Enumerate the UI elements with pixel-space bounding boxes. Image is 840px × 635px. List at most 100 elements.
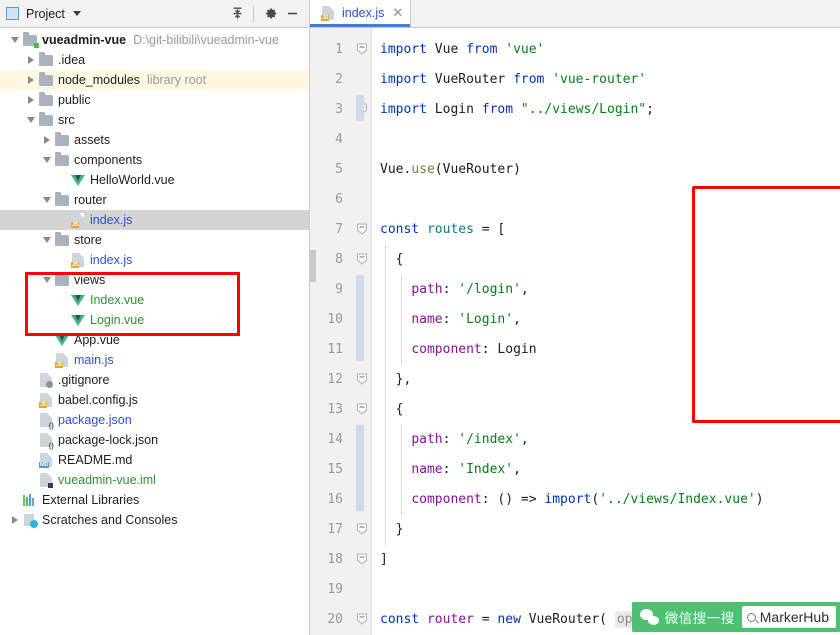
tree-item-label: .gitignore bbox=[58, 373, 110, 387]
fold-cell bbox=[352, 545, 371, 575]
tree-item-external-libraries[interactable]: External Libraries bbox=[0, 490, 309, 510]
line-number: 13 bbox=[327, 402, 343, 417]
code-line[interactable]: import Vue from 'vue' bbox=[372, 35, 840, 65]
tree-item-label: vueadmin-vue bbox=[42, 33, 127, 47]
tree-item-assets[interactable]: assets bbox=[0, 130, 309, 150]
tree-item-node-modules[interactable]: node_modules library root bbox=[0, 70, 309, 90]
tree-item-index-js[interactable]: JS index.js bbox=[0, 210, 309, 230]
tree-item-main-js[interactable]: JS main.js bbox=[0, 350, 309, 370]
code-line[interactable]: component: () => import('../views/Index.… bbox=[372, 485, 840, 515]
code-line[interactable]: Vue.use(VueRouter) bbox=[372, 155, 840, 185]
collapse-all-icon[interactable] bbox=[226, 3, 248, 25]
tree-item-package-lock-json[interactable]: package-lock.json bbox=[0, 430, 309, 450]
tree-item-index-vue[interactable]: Index.vue bbox=[0, 290, 309, 310]
minimize-icon[interactable] bbox=[281, 3, 303, 25]
chevron-right-icon[interactable] bbox=[24, 50, 37, 70]
tree-item-vueadmin-vue[interactable]: vueadmin-vue D:\git-bilibili\vueadmin-vue bbox=[0, 30, 309, 50]
tree-item-src[interactable]: src bbox=[0, 110, 309, 130]
tree-item-index-js[interactable]: JS index.js bbox=[0, 250, 309, 270]
tree-item-label: Scratches and Consoles bbox=[42, 513, 178, 527]
code-line[interactable]: name: 'Index', bbox=[372, 455, 840, 485]
code-line[interactable]: const routes = [ bbox=[372, 215, 840, 245]
fold-cell bbox=[352, 65, 371, 95]
editor-scroll-thumb[interactable] bbox=[310, 250, 316, 282]
tree-item-app-vue[interactable]: App.vue bbox=[0, 330, 309, 350]
fold-collapse-icon[interactable] bbox=[356, 223, 368, 235]
chevron-down-icon[interactable] bbox=[24, 110, 37, 130]
tab-index-js[interactable]: JS index.js ✕ bbox=[310, 0, 412, 27]
fold-collapse-icon[interactable] bbox=[356, 613, 368, 625]
code-line[interactable]: import VueRouter from 'vue-router' bbox=[372, 65, 840, 95]
tree-item-helloworld-vue[interactable]: HelloWorld.vue bbox=[0, 170, 309, 190]
tree-item-store[interactable]: store bbox=[0, 230, 309, 250]
tree-arrow-spacer bbox=[24, 410, 37, 430]
tree-arrow-spacer bbox=[24, 430, 37, 450]
gear-icon[interactable] bbox=[259, 3, 281, 25]
code-area[interactable]: 1234567891011121314151617181920212223242… bbox=[310, 28, 840, 635]
code-line[interactable]: } bbox=[372, 515, 840, 545]
fold-collapse-icon[interactable] bbox=[356, 253, 368, 265]
chevron-right-icon[interactable] bbox=[40, 130, 53, 150]
line-number: 2 bbox=[335, 72, 343, 87]
fold-cell bbox=[352, 35, 371, 65]
tree-arrow-spacer bbox=[24, 470, 37, 490]
tree-item-router[interactable]: router bbox=[0, 190, 309, 210]
code-line[interactable]: name: 'Login', bbox=[372, 305, 840, 335]
tree-arrow-spacer bbox=[40, 330, 53, 350]
fold-collapse-icon[interactable] bbox=[356, 403, 368, 415]
close-icon[interactable]: ✕ bbox=[392, 6, 403, 19]
tree-item-vueadmin-vue-iml[interactable]: vueadmin-vue.iml bbox=[0, 470, 309, 490]
code-line[interactable]: import Login from "../views/Login"; bbox=[372, 95, 840, 125]
tree-item-views[interactable]: views bbox=[0, 270, 309, 290]
tree-item-label: Index.vue bbox=[90, 293, 145, 307]
code-content[interactable]: import Vue from 'vue' import VueRouter fr… bbox=[372, 28, 840, 635]
fold-collapse-icon[interactable] bbox=[356, 553, 368, 565]
chevron-down-icon[interactable] bbox=[72, 11, 81, 16]
fold-collapse-icon[interactable] bbox=[356, 523, 368, 535]
code-line[interactable] bbox=[372, 125, 840, 155]
fold-collapse-icon[interactable] bbox=[356, 373, 368, 385]
chevron-down-icon[interactable] bbox=[40, 150, 53, 170]
code-line[interactable]: component: Login bbox=[372, 335, 840, 365]
toolbar-divider bbox=[253, 5, 254, 22]
fold-collapse-icon[interactable] bbox=[356, 43, 368, 55]
code-line[interactable]: path: '/index', bbox=[372, 425, 840, 455]
code-line[interactable] bbox=[372, 575, 840, 605]
tree-item-components[interactable]: components bbox=[0, 150, 309, 170]
tree-item-idea[interactable]: .idea bbox=[0, 50, 309, 70]
tree-item-scratches-and-consoles[interactable]: Scratches and Consoles bbox=[0, 510, 309, 530]
indent-guide bbox=[401, 425, 402, 515]
chevron-right-icon[interactable] bbox=[24, 70, 37, 90]
code-line[interactable]: { bbox=[372, 395, 840, 425]
code-line[interactable]: { bbox=[372, 245, 840, 275]
indent-guide bbox=[401, 275, 402, 365]
tree-item-gitignore[interactable]: .gitignore bbox=[0, 370, 309, 390]
code-line[interactable]: ] bbox=[372, 545, 840, 575]
tree-item-readme-md[interactable]: MD README.md bbox=[0, 450, 309, 470]
code-line[interactable] bbox=[372, 185, 840, 215]
project-panel: Project vueadmin-vue D:\git-bilibili\vue… bbox=[0, 0, 310, 635]
chevron-right-icon[interactable] bbox=[8, 510, 21, 530]
project-tree[interactable]: vueadmin-vue D:\git-bilibili\vueadmin-vue… bbox=[0, 28, 309, 530]
js-file-icon: JS bbox=[69, 210, 87, 230]
tree-item-package-json[interactable]: package.json bbox=[0, 410, 309, 430]
chevron-right-icon[interactable] bbox=[24, 90, 37, 110]
tree-item-label: src bbox=[58, 113, 75, 127]
tree-item-label: App.vue bbox=[74, 333, 120, 347]
code-line[interactable]: }, bbox=[372, 365, 840, 395]
vue-file-icon bbox=[53, 330, 71, 350]
code-folding-gutter[interactable] bbox=[352, 28, 372, 635]
chevron-down-icon[interactable] bbox=[8, 30, 21, 50]
chevron-down-icon[interactable] bbox=[40, 230, 53, 250]
tree-item-public[interactable]: public bbox=[0, 90, 309, 110]
tree-item-login-vue[interactable]: Login.vue bbox=[0, 310, 309, 330]
tree-item-babel-config-js[interactable]: JS babel.config.js bbox=[0, 390, 309, 410]
tree-item-label: store bbox=[74, 233, 102, 247]
chevron-down-icon[interactable] bbox=[40, 190, 53, 210]
chevron-down-icon[interactable] bbox=[40, 270, 53, 290]
code-line[interactable]: path: '/login', bbox=[372, 275, 840, 305]
